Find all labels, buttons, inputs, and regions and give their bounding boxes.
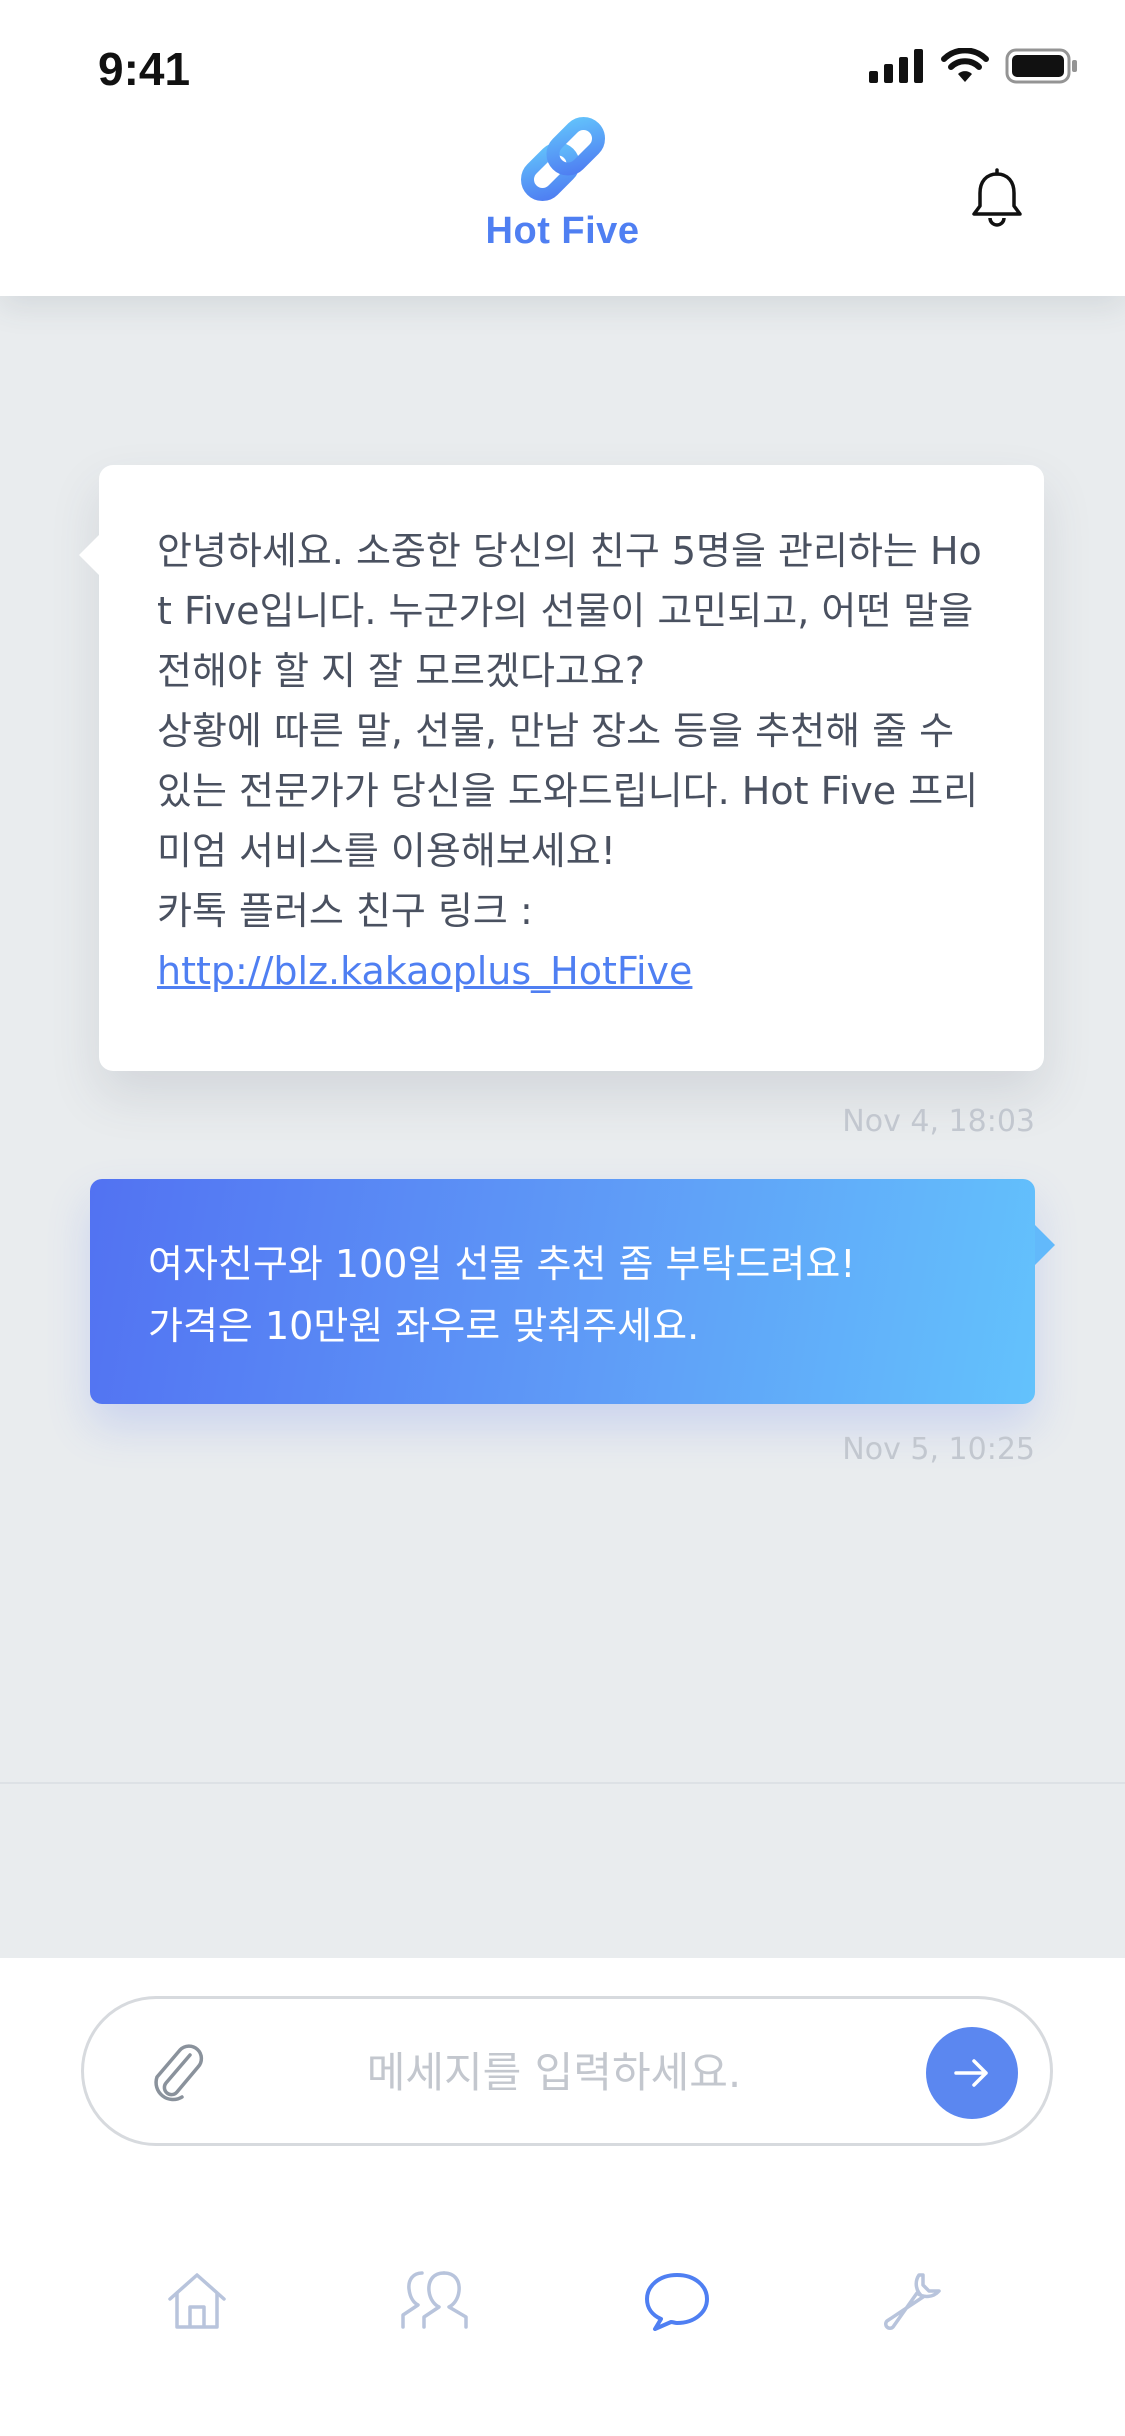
wifi-icon [941, 48, 989, 82]
cellular-signal-icon [869, 49, 923, 83]
tab-settings[interactable] [872, 2260, 952, 2340]
battery-icon [1005, 48, 1077, 84]
tab-friends[interactable] [395, 2260, 475, 2340]
send-button[interactable] [926, 2027, 1018, 2119]
app-name: Hot Five [485, 210, 640, 252]
status-time: 9:41 [98, 43, 191, 95]
home-icon [168, 2273, 226, 2329]
message-input[interactable] [244, 2029, 864, 2115]
tab-home[interactable] [157, 2260, 237, 2340]
divider [0, 1782, 1125, 1784]
message-timestamp: Nov 4, 18:03 [842, 1104, 1035, 1139]
wrench-icon [884, 2273, 941, 2330]
app-logo: Hot Five [0, 112, 1125, 253]
chat-screen: 9:41 Hot Five 안녕하세요. 소중한 당신의 친구 5명을 관리하는… [0, 0, 1125, 2436]
outgoing-message-text: 여자친구와 100일 선물 추천 좀 부탁드려요! 가격은 10만원 좌우로 맞… [148, 1242, 856, 1348]
chat-icon [645, 2273, 709, 2331]
people-icon [401, 2271, 468, 2329]
incoming-message-bubble: 안녕하세요. 소중한 당신의 친구 5명을 관리하는 Hot Five입니다. … [79, 465, 1044, 1071]
paperclip-icon[interactable] [146, 2041, 206, 2103]
app-header: 9:41 Hot Five [0, 0, 1125, 296]
status-icons [869, 48, 1079, 84]
outgoing-message-bubble: 여자친구와 100일 선물 추천 좀 부탁드려요! 가격은 10만원 좌우로 맞… [90, 1179, 1055, 1404]
bell-icon[interactable] [969, 168, 1025, 228]
chat-area[interactable]: 안녕하세요. 소중한 당신의 친구 5명을 관리하는 Hot Five입니다. … [0, 296, 1125, 1784]
message-timestamp: Nov 5, 10:25 [842, 1432, 1035, 1467]
chain-link-icon [520, 116, 605, 202]
message-composer [81, 1996, 1053, 2146]
incoming-message-text: 안녕하세요. 소중한 당신의 친구 5명을 관리하는 Hot Five입니다. … [157, 529, 982, 933]
arrow-right-icon [954, 2059, 988, 2087]
kakao-plus-link[interactable]: http://blz.kakaoplus_HotFive [157, 941, 994, 1001]
tab-chat[interactable] [637, 2260, 717, 2340]
tab-bar [0, 2230, 1125, 2370]
